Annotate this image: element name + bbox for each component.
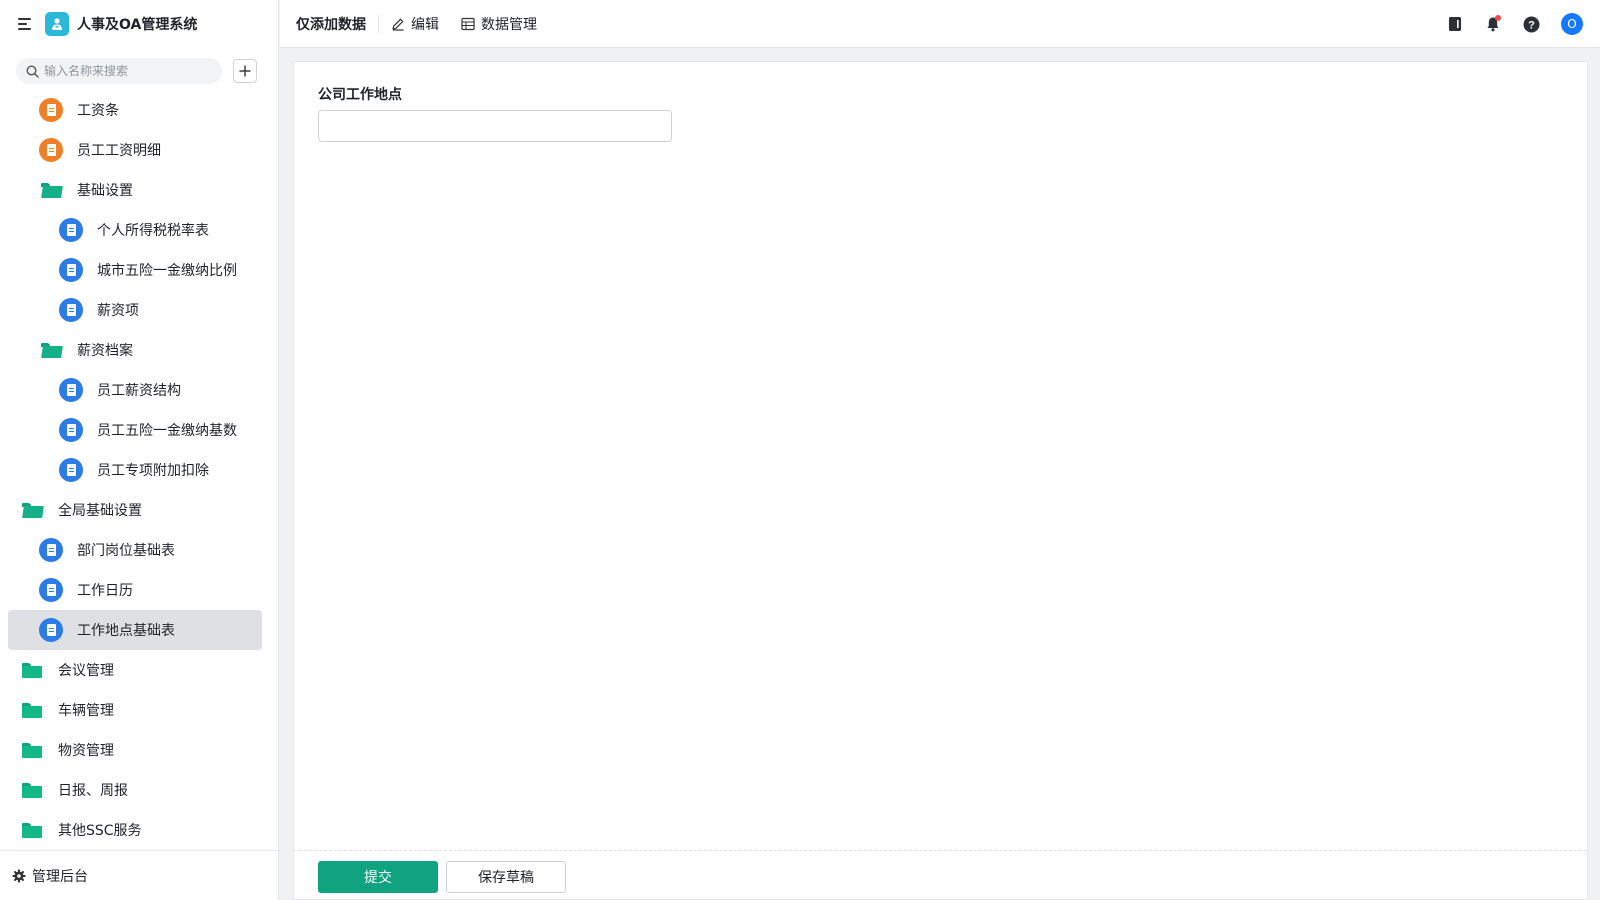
folder-icon bbox=[22, 662, 42, 678]
edit-label: 编辑 bbox=[411, 16, 439, 33]
sidebar-item-salary-structure[interactable]: 员工薪资结构 bbox=[8, 370, 262, 410]
sidebar-folder-meetings[interactable]: 会议管理 bbox=[8, 650, 262, 690]
app-logo-icon bbox=[45, 12, 69, 36]
folder-icon bbox=[22, 742, 42, 758]
sidebar-item-label: 员工工资明细 bbox=[77, 143, 161, 159]
document-icon bbox=[39, 538, 63, 562]
sidebar-item-work-calendar[interactable]: 工作日历 bbox=[8, 570, 262, 610]
search-icon bbox=[26, 64, 39, 78]
bell-icon[interactable] bbox=[1483, 14, 1503, 34]
sidebar-item-salary-items[interactable]: 薪资项 bbox=[8, 290, 262, 330]
sidebar-item-label: 员工薪资结构 bbox=[97, 383, 181, 399]
sidebar-item-label: 城市五险一金缴纳比例 bbox=[97, 263, 237, 279]
sidebar-item-department-positions[interactable]: 部门岗位基础表 bbox=[8, 530, 262, 570]
sidebar-item-city-insurance[interactable]: 城市五险一金缴纳比例 bbox=[8, 250, 262, 290]
submit-button[interactable]: 提交 bbox=[318, 861, 438, 893]
document-icon bbox=[59, 378, 83, 402]
sidebar-item-insurance-base[interactable]: 员工五险一金缴纳基数 bbox=[8, 410, 262, 450]
folder-open-icon bbox=[41, 342, 61, 358]
sidebar-header: 人事及OA管理系统 bbox=[0, 0, 279, 48]
document-icon bbox=[59, 218, 83, 242]
field-label: 公司工作地点 bbox=[318, 87, 402, 103]
document-icon bbox=[39, 618, 63, 642]
sidebar-folder-salary-archive[interactable]: 薪资档案 bbox=[8, 330, 262, 370]
sidebar-item-label: 薪资档案 bbox=[77, 343, 133, 359]
add-item-button[interactable] bbox=[233, 59, 257, 83]
app-title: 人事及OA管理系统 bbox=[77, 17, 198, 33]
sidebar-item-payslip[interactable]: 工资条 bbox=[8, 90, 262, 130]
sidebar-folder-basic-settings[interactable]: 基础设置 bbox=[8, 170, 262, 210]
sidebar-item-label: 工作地点基础表 bbox=[77, 623, 175, 639]
avatar[interactable]: O bbox=[1561, 13, 1583, 35]
sidebar-item-label: 车辆管理 bbox=[58, 703, 114, 719]
sidebar-item-work-location[interactable]: 工作地点基础表 bbox=[8, 610, 262, 650]
sidebar-item-label: 工资条 bbox=[77, 103, 119, 119]
plus-icon bbox=[239, 65, 251, 77]
sidebar-item-label: 日报、周报 bbox=[58, 783, 128, 799]
sidebar-item-label: 会议管理 bbox=[58, 663, 114, 679]
sidebar-item-label: 个人所得税税率表 bbox=[97, 223, 209, 239]
sidebar-item-label: 基础设置 bbox=[77, 183, 133, 199]
document-icon bbox=[59, 258, 83, 282]
sidebar-folder-reports[interactable]: 日报、周报 bbox=[8, 770, 262, 810]
menu-toggle-icon[interactable] bbox=[18, 18, 33, 30]
document-icon bbox=[59, 418, 83, 442]
save-draft-button[interactable]: 保存草稿 bbox=[446, 861, 566, 893]
sidebar-folder-materials[interactable]: 物资管理 bbox=[8, 730, 262, 770]
sidebar-folder-vehicles[interactable]: 车辆管理 bbox=[8, 690, 262, 730]
admin-console-link[interactable]: 管理后台 bbox=[0, 850, 279, 900]
folder-icon bbox=[22, 782, 42, 798]
svg-text:?: ? bbox=[1528, 19, 1535, 31]
sidebar: 人事及OA管理系统 工资条 员工工资明细 基础设置 个人所得税税率表 bbox=[0, 0, 279, 900]
form-footer: 提交 保存草稿 bbox=[294, 850, 1587, 900]
data-management-label: 数据管理 bbox=[481, 16, 537, 33]
table-icon bbox=[461, 17, 475, 30]
document-icon bbox=[39, 578, 63, 602]
sidebar-item-label: 员工专项附加扣除 bbox=[97, 463, 209, 479]
edit-button[interactable]: 编辑 bbox=[391, 14, 439, 34]
search-box[interactable] bbox=[16, 58, 222, 84]
folder-icon bbox=[22, 822, 42, 838]
search-row bbox=[16, 58, 259, 84]
help-icon[interactable]: ? bbox=[1521, 14, 1541, 34]
mode-title: 仅添加数据 bbox=[296, 16, 366, 33]
sidebar-item-label: 全局基础设置 bbox=[58, 503, 142, 519]
sidebar-item-label: 工作日历 bbox=[77, 583, 133, 599]
folder-icon bbox=[22, 702, 42, 718]
sidebar-item-tax-rate[interactable]: 个人所得税税率表 bbox=[8, 210, 262, 250]
top-bar: 仅添加数据 编辑 数据管理 ? O bbox=[280, 0, 1600, 48]
admin-console-label: 管理后台 bbox=[32, 868, 88, 885]
form-panel: 公司工作地点 提交 保存草稿 bbox=[293, 61, 1588, 900]
data-management-button[interactable]: 数据管理 bbox=[461, 14, 537, 34]
notebook-icon[interactable] bbox=[1445, 14, 1465, 34]
work-location-input[interactable] bbox=[318, 110, 672, 142]
sidebar-folder-ssc-services[interactable]: 其他SSC服务 bbox=[8, 810, 262, 850]
sidebar-item-label: 物资管理 bbox=[58, 743, 114, 759]
document-icon bbox=[59, 458, 83, 482]
document-icon bbox=[39, 98, 63, 122]
gear-icon bbox=[12, 869, 26, 882]
sidebar-item-label: 薪资项 bbox=[97, 303, 139, 319]
document-icon bbox=[39, 138, 63, 162]
divider bbox=[378, 14, 379, 33]
sidebar-item-special-deduction[interactable]: 员工专项附加扣除 bbox=[8, 450, 262, 490]
sidebar-item-label: 部门岗位基础表 bbox=[77, 543, 175, 559]
folder-open-icon bbox=[22, 502, 42, 518]
sidebar-folder-global-settings[interactable]: 全局基础设置 bbox=[8, 490, 262, 530]
sidebar-item-salary-detail[interactable]: 员工工资明细 bbox=[8, 130, 262, 170]
sidebar-item-label: 员工五险一金缴纳基数 bbox=[97, 423, 237, 439]
pencil-icon bbox=[392, 18, 404, 31]
document-icon bbox=[59, 298, 83, 322]
folder-open-icon bbox=[41, 182, 61, 198]
sidebar-item-label: 其他SSC服务 bbox=[58, 823, 142, 839]
notification-dot bbox=[1495, 15, 1501, 21]
top-bar-actions: ? O bbox=[1445, 0, 1600, 48]
search-input[interactable] bbox=[44, 64, 214, 78]
